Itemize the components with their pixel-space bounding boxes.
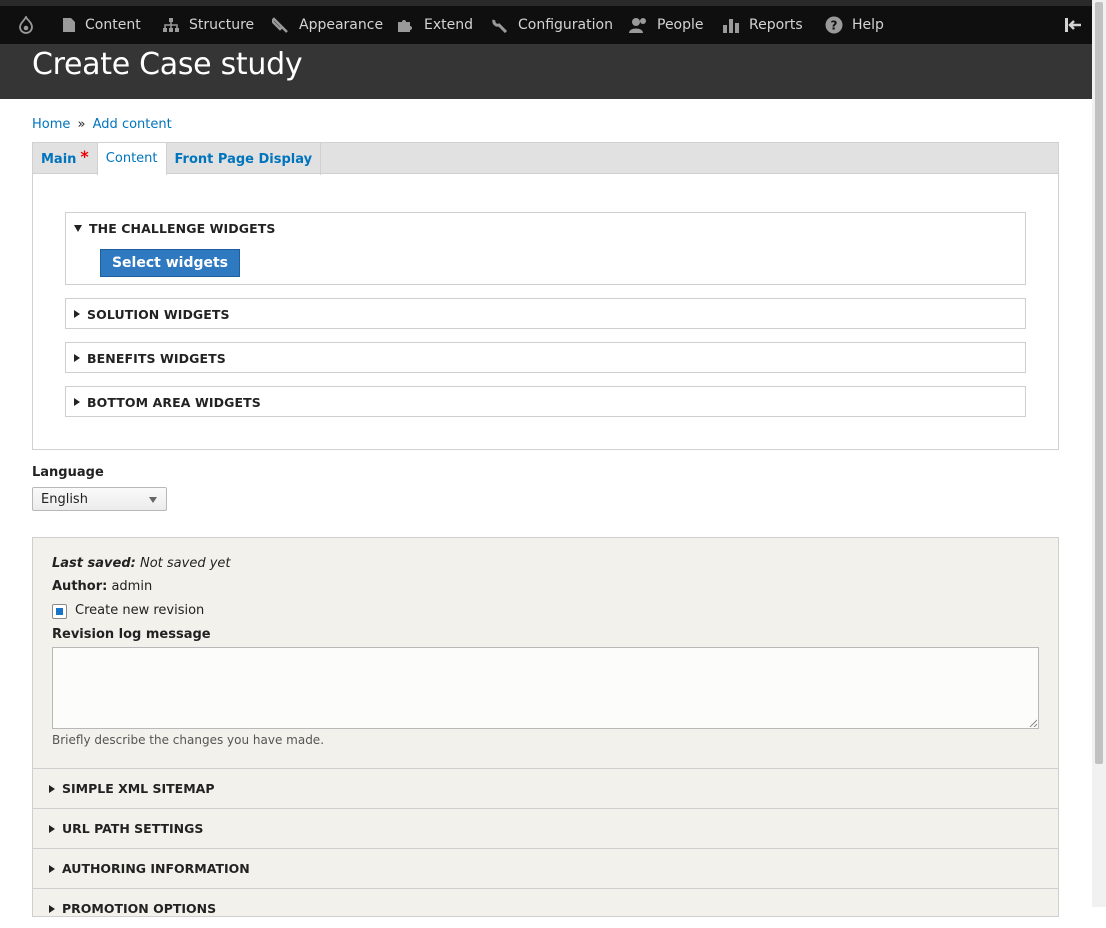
chevron-down-icon (149, 497, 157, 503)
people-icon (629, 18, 646, 33)
toolbar-item-content[interactable]: Content (62, 10, 141, 40)
toolbar-label: Content (85, 17, 141, 33)
triangle-right-icon (49, 904, 55, 913)
details-bottom-area-widgets: BOTTOM AREA WIDGETS (65, 386, 1026, 417)
toolbar-label: Structure (189, 17, 255, 33)
revision-log-textarea[interactable] (52, 647, 1039, 729)
details-url-path-settings[interactable]: URL PATH SETTINGS (33, 808, 1058, 848)
author: Author: admin (52, 579, 152, 594)
puzzle-icon (398, 20, 412, 32)
tab-label: Front Page Display (174, 151, 313, 167)
triangle-down-icon (74, 224, 82, 232)
create-revision-label[interactable]: Create new revision (75, 603, 204, 618)
details-benefits-widgets: BENEFITS WIDGETS (65, 342, 1026, 373)
details-promotion-options[interactable]: PROMOTION OPTIONS (33, 888, 1058, 928)
toolbar-item-reports[interactable]: Reports (722, 10, 803, 40)
breadcrumb-add-content[interactable]: Add content (93, 117, 172, 132)
last-saved: Last saved: Not saved yet (52, 556, 231, 571)
details-solution-widgets: SOLUTION WIDGETS (65, 298, 1026, 329)
tab-content[interactable]: Content (97, 143, 167, 175)
svg-text:?: ? (831, 19, 838, 33)
toolbar-label: Appearance (299, 17, 384, 33)
details-summary[interactable]: SOLUTION WIDGETS (66, 299, 1025, 329)
resize-grip-icon[interactable] (1029, 719, 1037, 727)
toolbar-item-appearance[interactable]: Appearance (272, 10, 383, 40)
details-authoring-information[interactable]: AUTHORING INFORMATION (33, 848, 1058, 888)
language-select[interactable]: English (32, 487, 167, 511)
details-title: SIMPLE XML SITEMAP (62, 781, 215, 796)
toolbar-label: Configuration (518, 17, 613, 33)
tab-label: Main (41, 151, 77, 167)
toolbar-collapse-icon[interactable] (1062, 14, 1084, 36)
toolbar-item-configuration[interactable]: Configuration (491, 10, 613, 40)
author-label: Author: (52, 579, 108, 594)
triangle-right-icon (74, 398, 80, 406)
details-title: BOTTOM AREA WIDGETS (87, 394, 261, 410)
details-summary[interactable]: BOTTOM AREA WIDGETS (66, 387, 1025, 417)
wrench-icon (492, 19, 508, 33)
paintbrush-icon (272, 17, 288, 33)
details-title: THE CHALLENGE WIDGETS (89, 220, 276, 236)
details-title: SOLUTION WIDGETS (87, 306, 230, 322)
entity-meta: Last saved: Not saved yet Author: admin … (32, 537, 1059, 917)
triangle-right-icon (74, 354, 80, 362)
page-title: Create Case study (32, 47, 303, 82)
toolbar-label: People (657, 17, 704, 33)
last-saved-label: Last saved: (52, 556, 136, 571)
scrollbar-thumb[interactable] (1095, 2, 1103, 764)
triangle-right-icon (49, 864, 55, 873)
triangle-right-icon (49, 784, 55, 793)
question-icon: ? (825, 16, 843, 34)
details-simple-xml-sitemap[interactable]: SIMPLE XML SITEMAP (33, 768, 1058, 808)
admin-toolbar: Content Structure Appearance Extend Conf… (0, 0, 1092, 50)
sitemap-icon (163, 18, 179, 32)
details-summary[interactable]: THE CHALLENGE WIDGETS (66, 213, 1025, 243)
select-widgets-button[interactable]: Select widgets (100, 249, 240, 277)
field-group-tabs: Main * Content Front Page Display THE CH… (32, 142, 1059, 450)
tab-label: Content (105, 151, 158, 166)
toolbar-item-structure[interactable]: Structure (162, 10, 254, 40)
tab-front-page-display[interactable]: Front Page Display (167, 143, 322, 175)
required-marker: * (80, 146, 89, 166)
author-value: admin (111, 579, 153, 594)
vertical-scrollbar[interactable] (1092, 0, 1106, 907)
document-icon (63, 18, 75, 32)
toolbar-label: Reports (749, 17, 803, 33)
triangle-right-icon (49, 824, 55, 833)
tab-main[interactable]: Main * (33, 143, 98, 175)
toolbar-item-help[interactable]: ? Help (825, 10, 884, 40)
details-title: AUTHORING INFORMATION (62, 861, 250, 876)
language-label: Language (32, 465, 104, 480)
language-value: English (41, 491, 88, 507)
breadcrumb: Home » Add content (32, 117, 172, 132)
breadcrumb-home[interactable]: Home (32, 117, 70, 132)
details-summary[interactable]: BENEFITS WIDGETS (66, 343, 1025, 373)
revision-log-label: Revision log message (52, 627, 211, 642)
drupal-home-icon[interactable] (8, 12, 44, 38)
bar-chart-icon (723, 19, 739, 33)
last-saved-value: Not saved yet (139, 556, 231, 571)
toolbar-label: Extend (424, 17, 473, 33)
toolbar-label: Help (852, 17, 884, 33)
details-title: URL PATH SETTINGS (62, 821, 204, 836)
breadcrumb-separator: » (77, 117, 86, 132)
page-header: Create Case study (0, 44, 1092, 99)
revision-log-description: Briefly describe the changes you have ma… (52, 733, 325, 747)
triangle-right-icon (74, 310, 80, 318)
toolbar-item-extend[interactable]: Extend (397, 10, 473, 40)
details-challenge-widgets: THE CHALLENGE WIDGETS Select widgets (65, 212, 1026, 285)
details-title: PROMOTION OPTIONS (62, 901, 217, 916)
toolbar-item-people[interactable]: People (628, 10, 704, 40)
create-revision-checkbox[interactable] (52, 604, 67, 619)
tab-bar: Main * Content Front Page Display (33, 143, 1058, 175)
details-title: BENEFITS WIDGETS (87, 350, 226, 366)
